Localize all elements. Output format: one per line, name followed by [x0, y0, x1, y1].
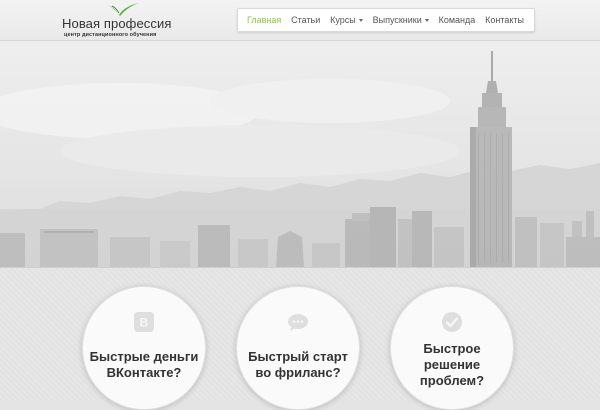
feature-title: Быстрый старт во фриланс?	[243, 349, 353, 381]
hero-banner	[0, 41, 600, 268]
feature-title-line: Быстрый старт	[248, 349, 348, 364]
feature-title-line: проблем?	[419, 373, 485, 388]
feature-title-line: Быстрые деньги	[89, 349, 199, 364]
site-logo[interactable]: Новая профессия центр дистанционного обу…	[62, 3, 172, 38]
logo-checkmark-icon	[108, 3, 139, 16]
feature-card-freelance-start[interactable]: Быстрый старт во фриланс?	[236, 286, 360, 410]
feature-title: Быстрое решение проблем?	[397, 341, 507, 389]
nav-item-label: Команда	[438, 15, 476, 25]
nav-item-graduates[interactable]: Выпускники	[373, 15, 429, 25]
vk-icon: B	[134, 312, 154, 332]
chat-icon	[288, 314, 308, 331]
feature-title-line: Быстрое	[423, 341, 481, 356]
nav-item-contacts[interactable]: Контакты	[485, 15, 524, 25]
city-skyline-image	[0, 41, 600, 267]
site-header: Новая профессия центр дистанционного обу…	[0, 0, 600, 41]
brand-name: Новая профессия	[62, 16, 172, 31]
main-nav: Главная Статьи Курсы Выпускники Команда …	[237, 8, 535, 32]
feature-title-line: решение	[423, 357, 481, 372]
brand-tagline: центр дистанционного обучения	[64, 32, 157, 38]
caret-down-icon	[358, 18, 363, 22]
caret-down-icon	[424, 18, 429, 22]
nav-item-label: Статьи	[291, 15, 321, 25]
nav-item-label: Выпускники	[372, 15, 422, 25]
feature-card-problem-solving[interactable]: Быстрое решение проблем?	[390, 286, 514, 410]
svg-text:B: B	[140, 316, 149, 330]
nav-item-team[interactable]: Команда	[439, 15, 476, 25]
nav-item-label: Курсы	[330, 15, 356, 25]
nav-item-articles[interactable]: Статьи	[291, 15, 320, 25]
check-icon	[442, 312, 462, 332]
feature-title-line: во фриланс?	[255, 365, 341, 380]
feature-title-line: ВКонтакте?	[106, 365, 182, 380]
feature-card-vk-money[interactable]: B Быстрые деньги ВКонтакте?	[82, 286, 206, 410]
nav-item-label: Контакты	[485, 15, 524, 25]
nav-item-label: Главная	[247, 15, 282, 25]
nav-item-home[interactable]: Главная	[247, 15, 281, 25]
feature-title: Быстрые деньги ВКонтакте?	[89, 349, 199, 381]
nav-item-courses[interactable]: Курсы	[330, 15, 363, 25]
